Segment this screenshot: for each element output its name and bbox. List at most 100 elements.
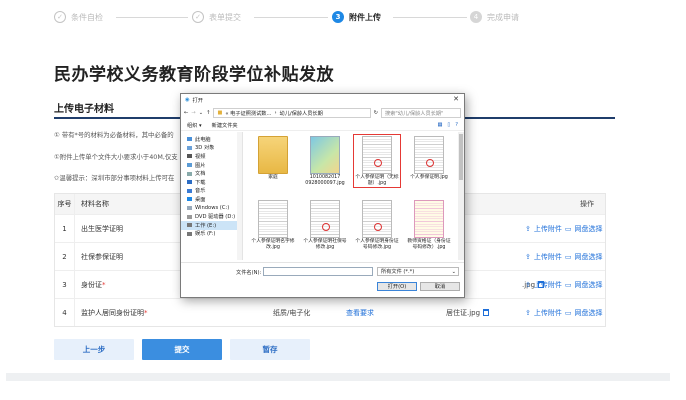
sidebar-label: 下载 [195,179,206,186]
upload-button[interactable]: 上传附件 [534,280,562,290]
filetype-select[interactable]: 所有文件 (*.*) ⌄ [377,267,459,276]
sidebar-item-drive-f[interactable]: 娱乐 (F:) [181,230,242,239]
file-item[interactable]: 教师资格证（身份证号码修改）.jpg [407,200,451,250]
material-name: 出生医学证明 [81,224,123,233]
back-arrow-icon[interactable]: ← [184,110,188,116]
upload-button[interactable]: 上传附件 [534,252,562,262]
view-requirements-link[interactable]: 查看要求 [346,308,374,318]
sidebar-label: 文档 [195,171,206,178]
sidebar-item-downloads[interactable]: 下载 [181,178,242,187]
row-ops: ⇪ 上传附件 ▭ 网盘选择 [525,280,603,290]
folder-icon [258,136,288,174]
dialog-footer: 文件名(N): 所有文件 (*.*) ⌄ 打开(O) 取消 [181,262,464,298]
check-icon: ✓ [192,11,204,23]
required-mark: * [102,280,106,289]
file-label: 1010082017 0928000097.jpg [305,175,345,186]
cube-icon [187,145,192,150]
uploaded-file[interactable]: 居住证.jpg [446,308,490,318]
folder-icon: ▭ [564,308,572,317]
upload-button[interactable]: 上传附件 [534,224,562,234]
netdisk-button[interactable]: 网盘选择 [575,308,603,318]
step-label: 完成申请 [487,12,519,22]
sidebar-item-this-pc[interactable]: 此电脑 [181,135,242,144]
prev-button[interactable]: 上一步 [54,339,134,360]
path-segment[interactable]: 幼儿/保龄人员长期 [280,110,323,117]
folder-icon: ▭ [564,252,572,261]
view-tools: ▦ ▯ ? [437,122,458,128]
save-draft-button[interactable]: 暂存 [230,339,310,360]
stamp-icon [374,223,382,231]
col-name-header: 材料名称 [81,200,109,208]
row-ops: ⇪ 上传附件 ▭ 网盘选择 [525,308,603,318]
sidebar-item-3d[interactable]: 3D 对象 [181,144,242,153]
up-arrow-icon[interactable]: ↑ [206,110,210,116]
sidebar-item-documents[interactable]: 文档 [181,169,242,178]
upload-icon: ⇪ [525,224,531,233]
file-label: 个人参保证明身份证号码修改.jpg [355,239,399,250]
filename-input[interactable] [263,267,373,276]
path-segment[interactable]: « 电子证照测试数... [225,110,271,117]
file-item[interactable]: 家庭 [251,136,295,181]
submit-button[interactable]: 提交 [142,339,222,360]
step-label: 条件自检 [71,12,103,22]
file-item[interactable]: 个人参保证明社保号修改.jpg [303,200,347,250]
file-item[interactable]: 个人参保证明身份证号码修改.jpg [355,200,399,250]
sidebar-item-videos[interactable]: 视频 [181,152,242,161]
download-icon [187,180,192,185]
col-ops-header: 操作 [580,200,594,208]
stamp-icon [322,223,330,231]
file-item[interactable]: 1010082017 0928000097.jpg [303,136,347,186]
file-label: 个人参保证明.jpg [410,175,448,180]
scrollbar-thumb[interactable] [459,134,463,180]
open-button[interactable]: 打开(O) [377,282,417,291]
sidebar-item-drive-d[interactable]: DVD 驱动器 (D:) [181,212,242,221]
step-label: 附件上传 [349,12,381,22]
new-folder-button[interactable]: 新建文件夹 [212,122,238,129]
sidebar-item-pictures[interactable]: 图片 [181,161,242,170]
trash-icon[interactable] [483,309,490,316]
file-list-scrollbar[interactable] [458,132,464,260]
view-mode-icon[interactable]: ▦ [437,122,442,128]
document-thumbnail [310,200,340,238]
filetype-value: 所有文件 (*.*) [381,269,415,275]
netdisk-button[interactable]: 网盘选择 [575,224,603,234]
file-label: 个人参保证明（无标题）.jpg [355,175,399,186]
refresh-icon[interactable]: ↻ [374,110,378,116]
address-bar[interactable]: ■ « 电子证照测试数... › 幼儿/保龄人员长期 [213,108,371,118]
sidebar-scrollbar[interactable] [237,132,242,260]
picture-icon [187,163,192,168]
help-icon[interactable]: ? [455,122,458,128]
row-num: 4 [55,299,75,326]
file-item-selected[interactable]: 个人参保证明（无标题）.jpg [353,133,401,189]
file-label: 家庭 [268,175,278,180]
sidebar-label: 音乐 [195,188,206,195]
cancel-button[interactable]: 取消 [420,282,460,291]
forward-arrow-icon[interactable]: → [191,110,195,116]
upload-button[interactable]: 上传附件 [534,308,562,318]
chevron-down-icon[interactable]: ⌄ [199,110,203,116]
organize-menu[interactable]: 组织 ▾ [187,122,202,129]
sidebar-item-music[interactable]: 音乐 [181,187,242,196]
tip-note: ✩温馨提示：深圳市部分事项材料上传可在 [54,174,175,182]
folder-icon: ▭ [564,224,572,233]
footer-bar [6,373,670,381]
material-name-text: 监护人居同身份证明 [81,308,144,317]
document-thumbnail [362,200,392,238]
folder-icon: ■ [217,110,223,116]
sidebar-item-drive-c[interactable]: Windows (C:) [181,204,242,213]
step-4: 4 完成申请 [470,11,519,23]
file-item[interactable]: 个人参保证明.jpg [407,136,451,181]
netdisk-button[interactable]: 网盘选择 [575,280,603,290]
material-name: 身份证* [81,280,106,290]
search-input[interactable]: 搜索"幼儿/保龄人员长期" [381,108,461,118]
drive-icon [187,223,192,228]
sidebar-item-desktop[interactable]: 桌面 [181,195,242,204]
netdisk-button[interactable]: 网盘选择 [575,252,603,262]
document-thumbnail [362,136,392,174]
sidebar-item-drive-e[interactable]: 工作 (E:) [181,220,242,230]
file-item[interactable]: 个人参保证明名字修改.jpg [251,200,295,250]
preview-pane-icon[interactable]: ▯ [447,122,450,128]
close-icon[interactable]: ✕ [453,95,459,103]
file-label: 个人参保证明名字修改.jpg [251,239,295,250]
step-number: 4 [470,11,482,23]
